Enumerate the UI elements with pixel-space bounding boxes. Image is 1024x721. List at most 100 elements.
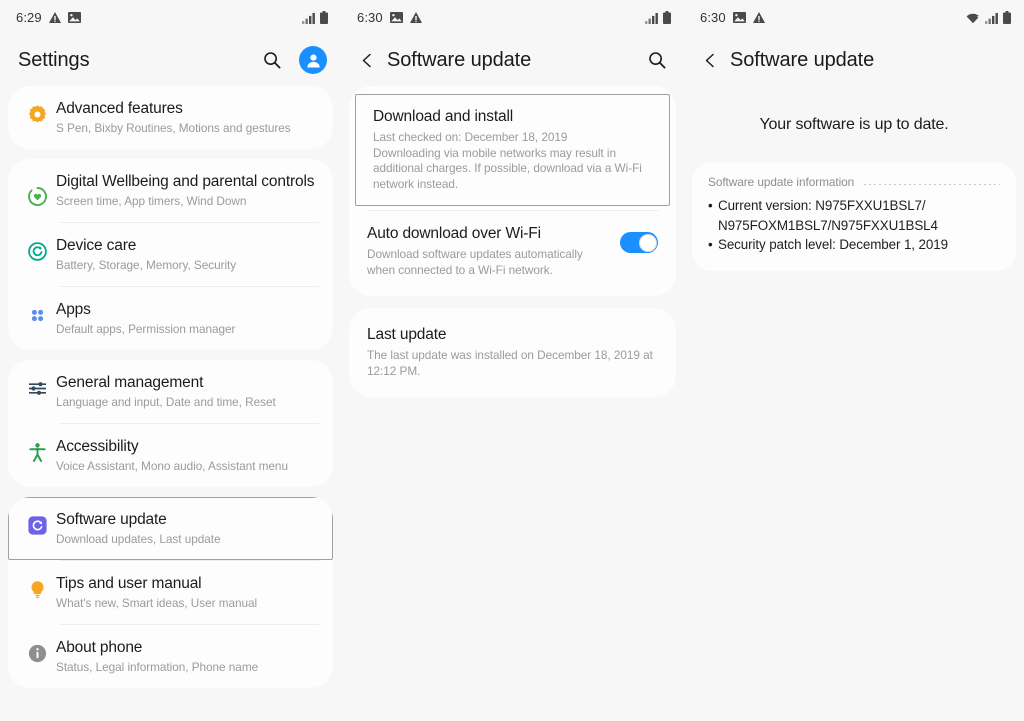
- item-title: Apps: [56, 301, 91, 318]
- about-phone-info-icon: [18, 638, 56, 664]
- last-update-card: Last update The last update was installe…: [349, 308, 676, 397]
- page-title: Settings: [18, 48, 90, 71]
- sidebar-item-advanced-features[interactable]: Advanced features S Pen, Bixby Routines,…: [8, 86, 333, 149]
- status-bar-left: 6:29: [16, 10, 81, 25]
- item-subtitle: Battery, Storage, Memory, Security: [56, 258, 237, 272]
- item-title: Software update: [56, 511, 167, 528]
- image-icon: [389, 11, 403, 23]
- info-heading: Software update information: [708, 175, 855, 189]
- warning-triangle-icon: [409, 11, 422, 23]
- item-title: Device care: [56, 237, 137, 254]
- item-text: Digital Wellbeing and parental controls …: [56, 172, 319, 209]
- row-text: Auto download over Wi-Fi Download softwa…: [367, 223, 620, 278]
- status-bar-right: [302, 10, 328, 24]
- software-update-information-card: Software update information • Current ve…: [692, 162, 1016, 271]
- auto-download-toggle[interactable]: [620, 232, 658, 253]
- software-update-app-bar: Software update: [341, 34, 684, 86]
- tips-lightbulb-icon: [18, 574, 56, 600]
- current-version-line1: Current version: N975FXXU1BSL7/: [718, 198, 926, 213]
- current-version-line2: N975FOXM1BSL7/N975FXXU1BSL4: [718, 217, 938, 233]
- app-bar-actions: [259, 46, 327, 74]
- item-subtitle: Download updates, Last update: [56, 532, 221, 546]
- download-and-install-row[interactable]: Download and install Last checked on: De…: [355, 94, 670, 206]
- general-management-sliders-icon: [18, 373, 56, 399]
- item-text: Apps Default apps, Permission manager: [56, 300, 319, 337]
- item-subtitle: What's new, Smart ideas, User manual: [56, 596, 258, 610]
- status-time: 6:30: [700, 9, 726, 25]
- item-title: About phone: [56, 639, 143, 656]
- last-update-row[interactable]: Last update The last update was installe…: [349, 312, 676, 393]
- status-bar-left: 6:30: [357, 10, 422, 25]
- sidebar-item-about-phone[interactable]: About phone Status, Legal information, P…: [8, 625, 333, 688]
- accessibility-person-icon: [18, 437, 56, 463]
- search-icon[interactable]: [259, 47, 285, 73]
- list-item-text: Current version: N975FXXU1BSL7/ N975FOXM…: [718, 196, 1000, 235]
- screenshot-root: 6:29 Settings Advanced features S Pen, B…: [0, 0, 1024, 721]
- status-bar-right: [645, 10, 671, 24]
- up-to-date-message: Your software is up to date.: [759, 116, 949, 133]
- sidebar-item-software-update[interactable]: Software update Download updates, Last u…: [8, 497, 333, 560]
- row-title: Auto download over Wi-Fi: [367, 225, 541, 242]
- up-to-date-app-bar: Software update: [684, 34, 1024, 86]
- sidebar-item-tips-and-user-manual[interactable]: Tips and user manual What's new, Smart i…: [8, 561, 333, 624]
- bullet-icon: •: [708, 237, 713, 252]
- up-to-date-panel: 6:30 Software update Your software is up…: [684, 0, 1024, 721]
- page-title: Software update: [387, 48, 532, 71]
- back-chevron-icon[interactable]: [696, 46, 724, 74]
- item-subtitle: Default apps, Permission manager: [56, 322, 236, 336]
- software-update-panel: 6:30 Software update Download and instal…: [341, 0, 684, 721]
- image-icon: [732, 11, 746, 23]
- page-title: Software update: [730, 48, 875, 71]
- battery-icon: [663, 10, 671, 24]
- warning-triangle-icon: [48, 11, 61, 23]
- settings-group: General management Language and input, D…: [8, 360, 333, 487]
- search-icon[interactable]: [644, 47, 670, 73]
- settings-group: Digital Wellbeing and parental controls …: [8, 159, 333, 350]
- info-list: • Current version: N975FXXU1BSL7/ N975FO…: [708, 196, 1000, 255]
- list-item: • Current version: N975FXXU1BSL7/ N975FO…: [708, 196, 1000, 235]
- item-text: Tips and user manual What's new, Smart i…: [56, 574, 319, 611]
- status-bar: 6:30: [684, 0, 1024, 34]
- settings-app-bar: Settings: [0, 34, 341, 86]
- info-card-header: Software update information: [708, 175, 1000, 189]
- account-avatar-icon[interactable]: [299, 46, 327, 74]
- image-icon: [67, 11, 81, 23]
- row-title: Download and install: [373, 108, 514, 125]
- signal-bars-icon: [645, 12, 658, 24]
- item-subtitle: Language and input, Date and time, Reset: [56, 395, 276, 409]
- sidebar-item-apps[interactable]: Apps Default apps, Permission manager: [8, 287, 333, 350]
- status-bar-left: 6:30: [700, 10, 765, 25]
- bullet-icon: •: [708, 198, 713, 213]
- auto-download-row[interactable]: Auto download over Wi-Fi Download softwa…: [349, 211, 676, 292]
- row-subtitle: Download software updates automatically …: [367, 247, 583, 277]
- signal-bars-icon: [985, 12, 998, 24]
- sidebar-item-general-management[interactable]: General management Language and input, D…: [8, 360, 333, 423]
- item-title: Tips and user manual: [56, 575, 202, 592]
- sidebar-item-device-care[interactable]: Device care Battery, Storage, Memory, Se…: [8, 223, 333, 286]
- item-subtitle: Screen time, App timers, Wind Down: [56, 194, 247, 208]
- item-text: Accessibility Voice Assistant, Mono audi…: [56, 437, 319, 474]
- download-install-card: Download and install Last checked on: De…: [349, 86, 676, 296]
- dotted-separator: [864, 184, 1000, 185]
- back-chevron-icon[interactable]: [353, 46, 381, 74]
- item-title: General management: [56, 374, 204, 391]
- last-checked-text: Last checked on: December 18, 2019: [373, 130, 568, 144]
- sidebar-item-digital-wellbeing[interactable]: Digital Wellbeing and parental controls …: [8, 159, 333, 222]
- status-time: 6:29: [16, 9, 42, 25]
- app-bar-actions: [644, 47, 670, 73]
- device-care-icon: [18, 236, 56, 262]
- item-subtitle: Voice Assistant, Mono audio, Assistant m…: [56, 459, 288, 473]
- settings-list: Advanced features S Pen, Bixby Routines,…: [0, 86, 341, 688]
- status-bar: 6:30: [341, 0, 684, 34]
- apps-grid-icon: [18, 300, 56, 326]
- item-title: Advanced features: [56, 100, 183, 117]
- battery-icon: [1003, 10, 1011, 24]
- sidebar-item-accessibility[interactable]: Accessibility Voice Assistant, Mono audi…: [8, 424, 333, 487]
- signal-bars-icon: [302, 12, 315, 24]
- list-item: • Security patch level: December 1, 2019: [708, 235, 1000, 255]
- item-title: Digital Wellbeing and parental controls: [56, 173, 315, 190]
- digital-wellbeing-heart-icon: [18, 172, 56, 207]
- toggle-knob: [638, 233, 657, 252]
- item-text: Software update Download updates, Last u…: [56, 510, 319, 547]
- settings-group: Advanced features S Pen, Bixby Routines,…: [8, 86, 333, 149]
